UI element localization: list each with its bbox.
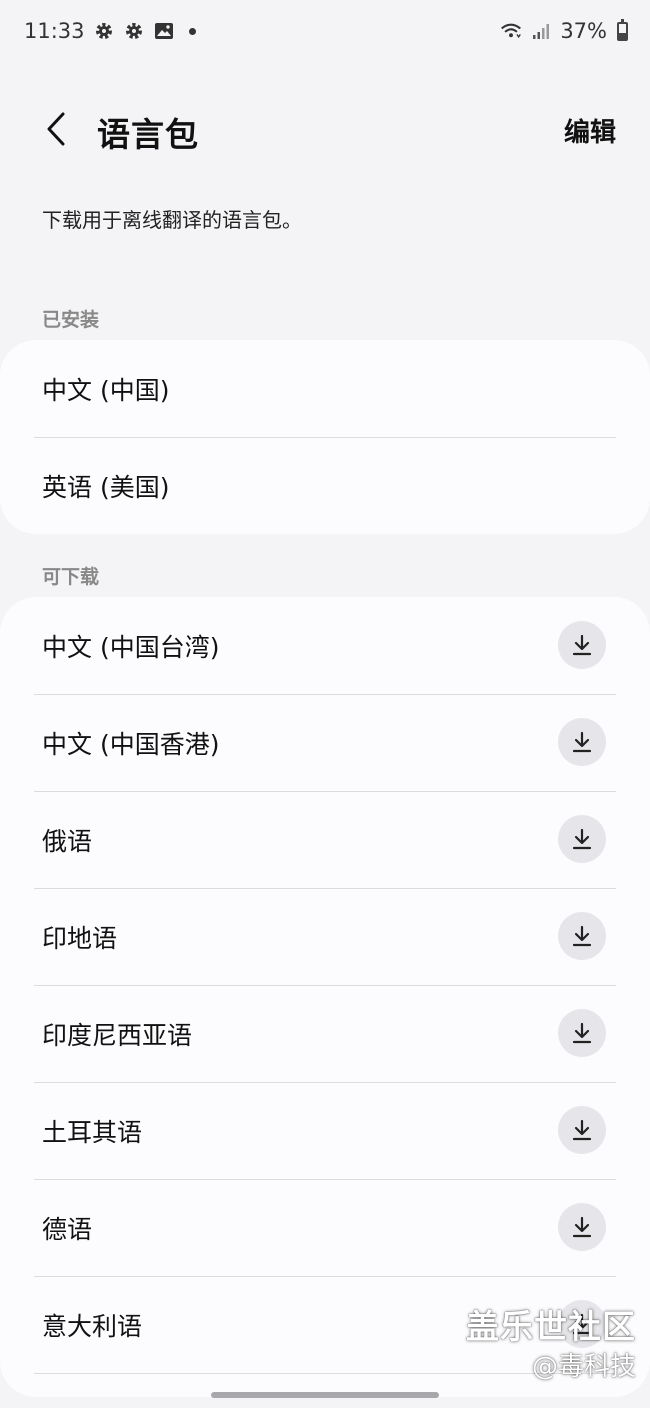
edit-button[interactable]: 编辑: [564, 112, 616, 149]
watermark-brand: 盖乐世社区: [466, 1307, 636, 1346]
list-item-label: 英语 (美国): [42, 472, 170, 502]
list-item[interactable]: 俄语: [0, 791, 650, 888]
download-button[interactable]: [558, 1009, 606, 1057]
list-item-label: 中文 (中国): [42, 375, 170, 405]
download-icon: [572, 925, 592, 947]
header: 语言包 编辑: [0, 92, 650, 168]
installed-card: 中文 (中国) 英语 (美国): [0, 340, 650, 534]
list-item[interactable]: 土耳其语: [0, 1082, 650, 1179]
status-left: 11:33: [24, 19, 196, 43]
download-button[interactable]: [558, 621, 606, 669]
page-title: 语言包: [97, 115, 199, 154]
download-icon: [572, 828, 592, 850]
screen: 11:33 37% 语言包 编辑 下载用于离线翻译的语言包。 已安装 中文 (中…: [0, 0, 650, 1408]
status-right: 37%: [500, 18, 628, 43]
home-indicator[interactable]: [211, 1392, 439, 1398]
download-icon: [572, 1216, 592, 1238]
download-icon: [572, 731, 592, 753]
download-button[interactable]: [558, 815, 606, 863]
download-icon: [572, 1119, 592, 1141]
list-item-label: 土耳其语: [42, 1117, 143, 1147]
list-item-label: 中文 (中国香港): [42, 729, 220, 759]
list-item[interactable]: 英语 (美国): [0, 437, 650, 534]
list-item[interactable]: 印度尼西亚语: [0, 985, 650, 1082]
signal-icon: [530, 20, 552, 42]
list-item-label: 俄语: [42, 826, 93, 856]
battery-percent: 37%: [560, 19, 607, 43]
list-item[interactable]: 中文 (中国香港): [0, 694, 650, 791]
wifi-icon: [500, 20, 522, 42]
available-card: 中文 (中国台湾) 中文 (中国香港) 俄语 印地语 印度尼西亚语 土耳其语 德…: [0, 597, 650, 1397]
download-button[interactable]: [558, 1106, 606, 1154]
list-item-label: 中文 (中国台湾): [42, 632, 220, 662]
download-button[interactable]: [558, 718, 606, 766]
list-item-label: 意大利语: [42, 1311, 143, 1341]
section-label-installed: 已安装: [42, 309, 100, 331]
list-item[interactable]: 中文 (中国): [0, 340, 650, 437]
back-button[interactable]: [36, 106, 76, 152]
download-icon: [572, 634, 592, 656]
list-item-label: 印度尼西亚语: [42, 1020, 193, 1050]
section-label-available: 可下载: [42, 566, 100, 588]
dot-icon: [188, 27, 196, 35]
battery-icon: [617, 18, 628, 41]
download-button[interactable]: [558, 912, 606, 960]
watermark-handle: @毒科技: [531, 1352, 636, 1382]
download-button[interactable]: [558, 1203, 606, 1251]
page-description: 下载用于离线翻译的语言包。: [42, 208, 302, 232]
status-bar: 11:33 37%: [0, 0, 650, 62]
list-item-label: 德语: [42, 1214, 93, 1244]
list-item[interactable]: 中文 (中国台湾): [0, 597, 650, 694]
list-item[interactable]: 德语: [0, 1179, 650, 1276]
download-icon: [572, 1022, 592, 1044]
status-time: 11:33: [24, 19, 85, 43]
image-icon: [153, 20, 175, 42]
chevron-left-icon: [47, 112, 65, 146]
list-item[interactable]: 印地语: [0, 888, 650, 985]
list-item-label: 印地语: [42, 923, 118, 953]
gear-icon: [93, 20, 115, 42]
gear-icon: [123, 20, 145, 42]
